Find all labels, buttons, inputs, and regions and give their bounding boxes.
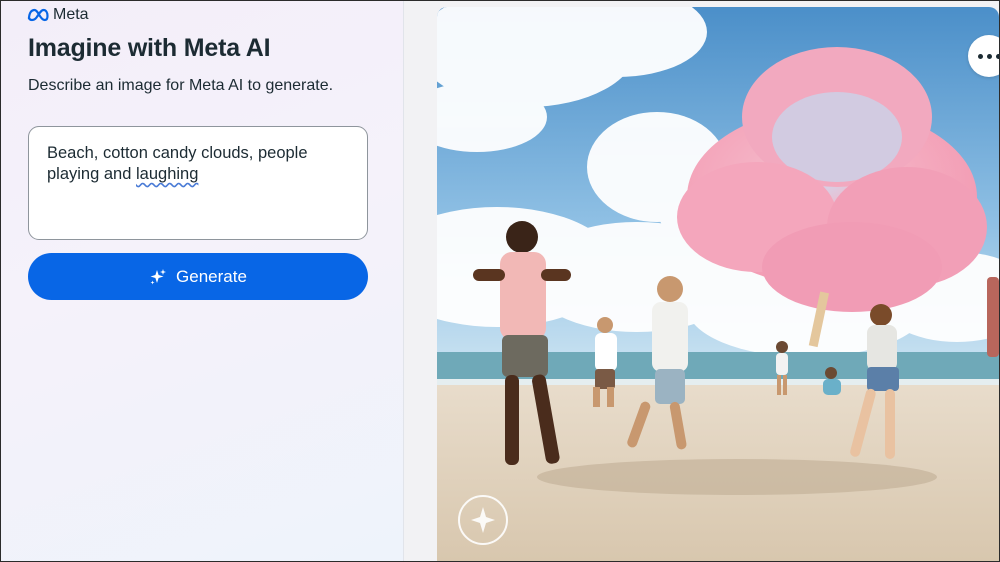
- meta-logo-icon: [27, 8, 49, 22]
- generated-image[interactable]: [437, 7, 999, 561]
- page-title: Imagine with Meta AI: [28, 34, 271, 62]
- meta-brand[interactable]: Meta: [27, 6, 89, 24]
- image-panel: [404, 1, 999, 561]
- page-subtitle: Describe an image for Meta AI to generat…: [28, 77, 334, 94]
- beach-scene-image: [437, 7, 999, 561]
- generate-button[interactable]: Generate: [28, 253, 368, 300]
- more-dot-icon: [977, 53, 983, 59]
- more-dot-icon: [995, 53, 999, 59]
- generate-button-label: Generate: [176, 266, 247, 286]
- sparkle-icon: [150, 268, 167, 284]
- window: Meta Imagine with Meta AI Describe an im…: [0, 0, 1000, 562]
- prompt-spellcheck-word: laughing: [136, 165, 199, 183]
- brand-name: Meta: [53, 6, 89, 23]
- left-panel: Meta Imagine with Meta AI Describe an im…: [1, 1, 403, 561]
- more-dot-icon: [986, 53, 992, 59]
- prompt-textarea[interactable]: Beach, cotton candy clouds, people playi…: [28, 126, 368, 240]
